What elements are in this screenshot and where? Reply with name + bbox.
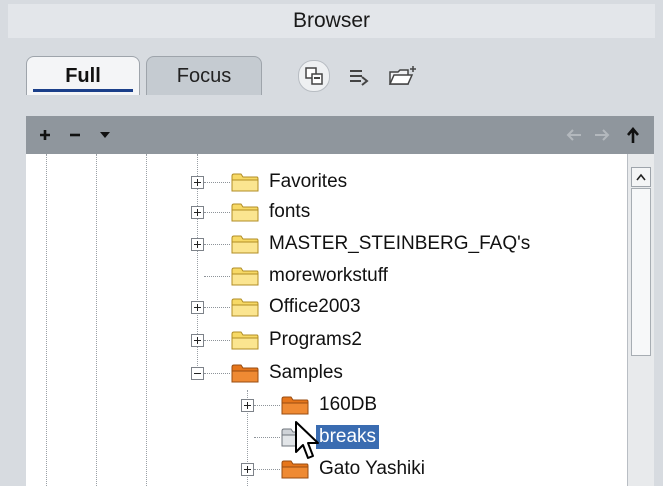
expand-icon[interactable]	[241, 398, 254, 412]
tree-connector	[204, 211, 230, 213]
folder-icon	[231, 364, 259, 383]
up-arrow-icon[interactable]	[624, 125, 642, 145]
folder-icon	[231, 173, 259, 192]
tree-guide-line	[96, 154, 97, 486]
tree-item-label: Office2003	[269, 296, 361, 317]
collapse-icon[interactable]	[191, 366, 204, 380]
folder-icon	[231, 298, 259, 317]
tree-connector	[204, 372, 230, 374]
tree-item-favorites[interactable]: Favorites	[191, 167, 350, 197]
expand-icon[interactable]	[191, 175, 204, 189]
tree-item-master-steinberg-faqs[interactable]: MASTER_STEINBERG_FAQ's	[191, 229, 533, 259]
expand-icon[interactable]	[241, 462, 254, 476]
tree-connector	[204, 339, 230, 341]
tab-full-label: Full	[65, 64, 101, 87]
navigation-toolbar	[26, 116, 654, 154]
tree-item-label: MASTER_STEINBERG_FAQ's	[269, 233, 531, 254]
tree-item-office2003[interactable]: Office2003	[191, 292, 364, 322]
scroll-up-button[interactable]	[631, 167, 651, 187]
redo-arrow-icon[interactable]	[344, 61, 374, 91]
tree-connector	[204, 181, 230, 183]
expand-icon[interactable]	[191, 300, 204, 314]
chevron-up-icon	[636, 173, 646, 181]
tree-item-label: moreworkstuff	[269, 265, 388, 286]
folder-icon	[231, 267, 259, 286]
tree-item-label: Gato Yashiki	[319, 458, 425, 479]
tree-item-label: Programs2	[269, 329, 362, 350]
vertical-scrollbar[interactable]	[627, 154, 654, 486]
tree-item-gato-yashiki[interactable]: Gato Yashiki	[241, 454, 428, 484]
active-tab-underline	[33, 89, 133, 92]
tab-full[interactable]: Full	[26, 56, 140, 95]
folder-tree-panel[interactable]: Favorites fonts MASTER_STEINBERG_FAQ's m…	[26, 154, 654, 486]
tab-focus-label: Focus	[176, 64, 232, 87]
expand-icon[interactable]	[191, 333, 204, 347]
tree-item-label: Favorites	[269, 171, 348, 192]
browser-toolbar	[298, 60, 418, 92]
scrollbar-thumb[interactable]	[631, 188, 651, 356]
window-title-bar: Browser	[8, 4, 655, 39]
copy-window-icon[interactable]	[298, 60, 330, 92]
tree-connector	[254, 468, 280, 470]
tree-item-fonts[interactable]: fonts	[191, 197, 313, 227]
folder-icon	[231, 235, 259, 254]
forward-arrow-icon[interactable]	[594, 125, 612, 145]
tree-connector	[204, 275, 230, 277]
tree-connector	[204, 243, 230, 245]
tree-item-label: 160DB	[319, 394, 378, 415]
tree-item-160db[interactable]: 160DB	[241, 390, 380, 420]
tree-item-samples[interactable]: Samples	[191, 358, 346, 388]
folder-icon	[281, 396, 309, 415]
tree-connector	[254, 404, 280, 406]
tree-item-label: Samples	[269, 362, 343, 383]
tree-connector	[254, 436, 280, 438]
mouse-cursor-icon	[295, 421, 319, 459]
tree-item-programs2[interactable]: Programs2	[191, 325, 365, 355]
tree-connector	[204, 306, 230, 308]
tab-strip: Full Focus	[8, 38, 655, 104]
tab-focus[interactable]: Focus	[146, 56, 262, 95]
dropdown-arrow-icon[interactable]	[96, 125, 114, 145]
tree-item-label: fonts	[269, 201, 311, 222]
plus-icon[interactable]	[36, 125, 54, 145]
tree-guide-line	[146, 154, 147, 486]
expand-icon[interactable]	[191, 205, 204, 219]
folder-icon	[231, 331, 259, 350]
expand-icon[interactable]	[191, 237, 204, 251]
tree-guide-line	[46, 154, 47, 486]
minus-icon[interactable]	[66, 125, 84, 145]
window-title: Browser	[292, 9, 371, 32]
back-arrow-icon[interactable]	[564, 125, 582, 145]
tree-item-moreworkstuff[interactable]: moreworkstuff	[191, 261, 391, 291]
new-folder-icon[interactable]	[388, 61, 418, 91]
folder-icon	[231, 203, 259, 222]
